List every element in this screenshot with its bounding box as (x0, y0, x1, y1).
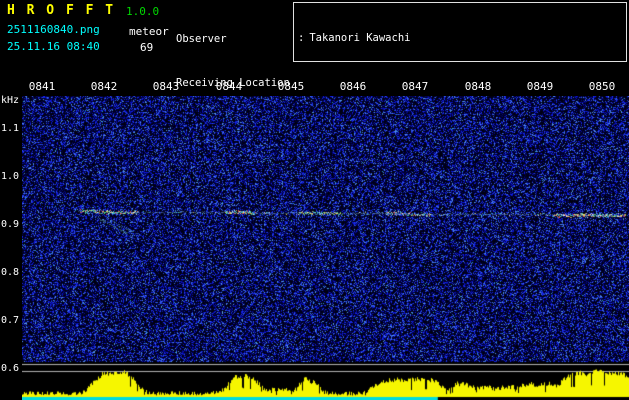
info-row: : Takanori Kawachi (298, 31, 626, 45)
time-tick-label: 0846 (339, 80, 367, 93)
info-value-observer: Takanori Kawachi (309, 32, 411, 45)
time-tick-label: 0842 (90, 80, 118, 93)
freq-tick-label: 1.1 (0, 123, 19, 134)
time-tick-label: 0844 (215, 80, 243, 93)
freq-tick-label: 0.9 (0, 219, 19, 230)
frequency-axis: kHz 1.1 1.0 0.9 0.8 0.7 0.6 (0, 68, 20, 400)
freq-tick-label: 1.0 (0, 171, 19, 182)
freq-unit-label: kHz (0, 95, 19, 106)
time-tick-label: 0849 (526, 80, 554, 93)
time-axis: 0841 0842 0843 0844 0845 0846 0847 0848 … (22, 80, 629, 93)
time-tick-label: 0841 (28, 80, 56, 93)
freq-tick-label: 0.7 (0, 315, 19, 326)
time-tick-label: 0848 (464, 80, 492, 93)
version-label: 1.0.0 (126, 5, 160, 18)
info-label-observer: Observer (176, 33, 227, 46)
hrofft-output: H R O F F T 1.0.0 2511160840.png meteor … (0, 0, 629, 400)
observation-datetime: 25.11.16 08:40 (7, 40, 100, 53)
info-values-box: :Takanori Kawachi :Ogaki, Gifu, JAPAN (1… (293, 2, 627, 62)
time-tick-label: 0850 (588, 80, 616, 93)
time-tick-label: 0845 (277, 80, 305, 93)
freq-tick-label: 0.6 (0, 363, 19, 374)
mode-label: meteor (129, 25, 169, 38)
info-separator: : (298, 32, 305, 45)
freq-tick-label: 0.8 (0, 267, 19, 278)
time-tick-label: 0847 (401, 80, 429, 93)
output-filename: 2511160840.png (7, 23, 100, 36)
echo-count: 69 (140, 41, 154, 54)
spectrogram-canvas (22, 96, 629, 400)
app-title: H R O F F T (7, 3, 116, 18)
time-tick-label: 0843 (152, 80, 180, 93)
